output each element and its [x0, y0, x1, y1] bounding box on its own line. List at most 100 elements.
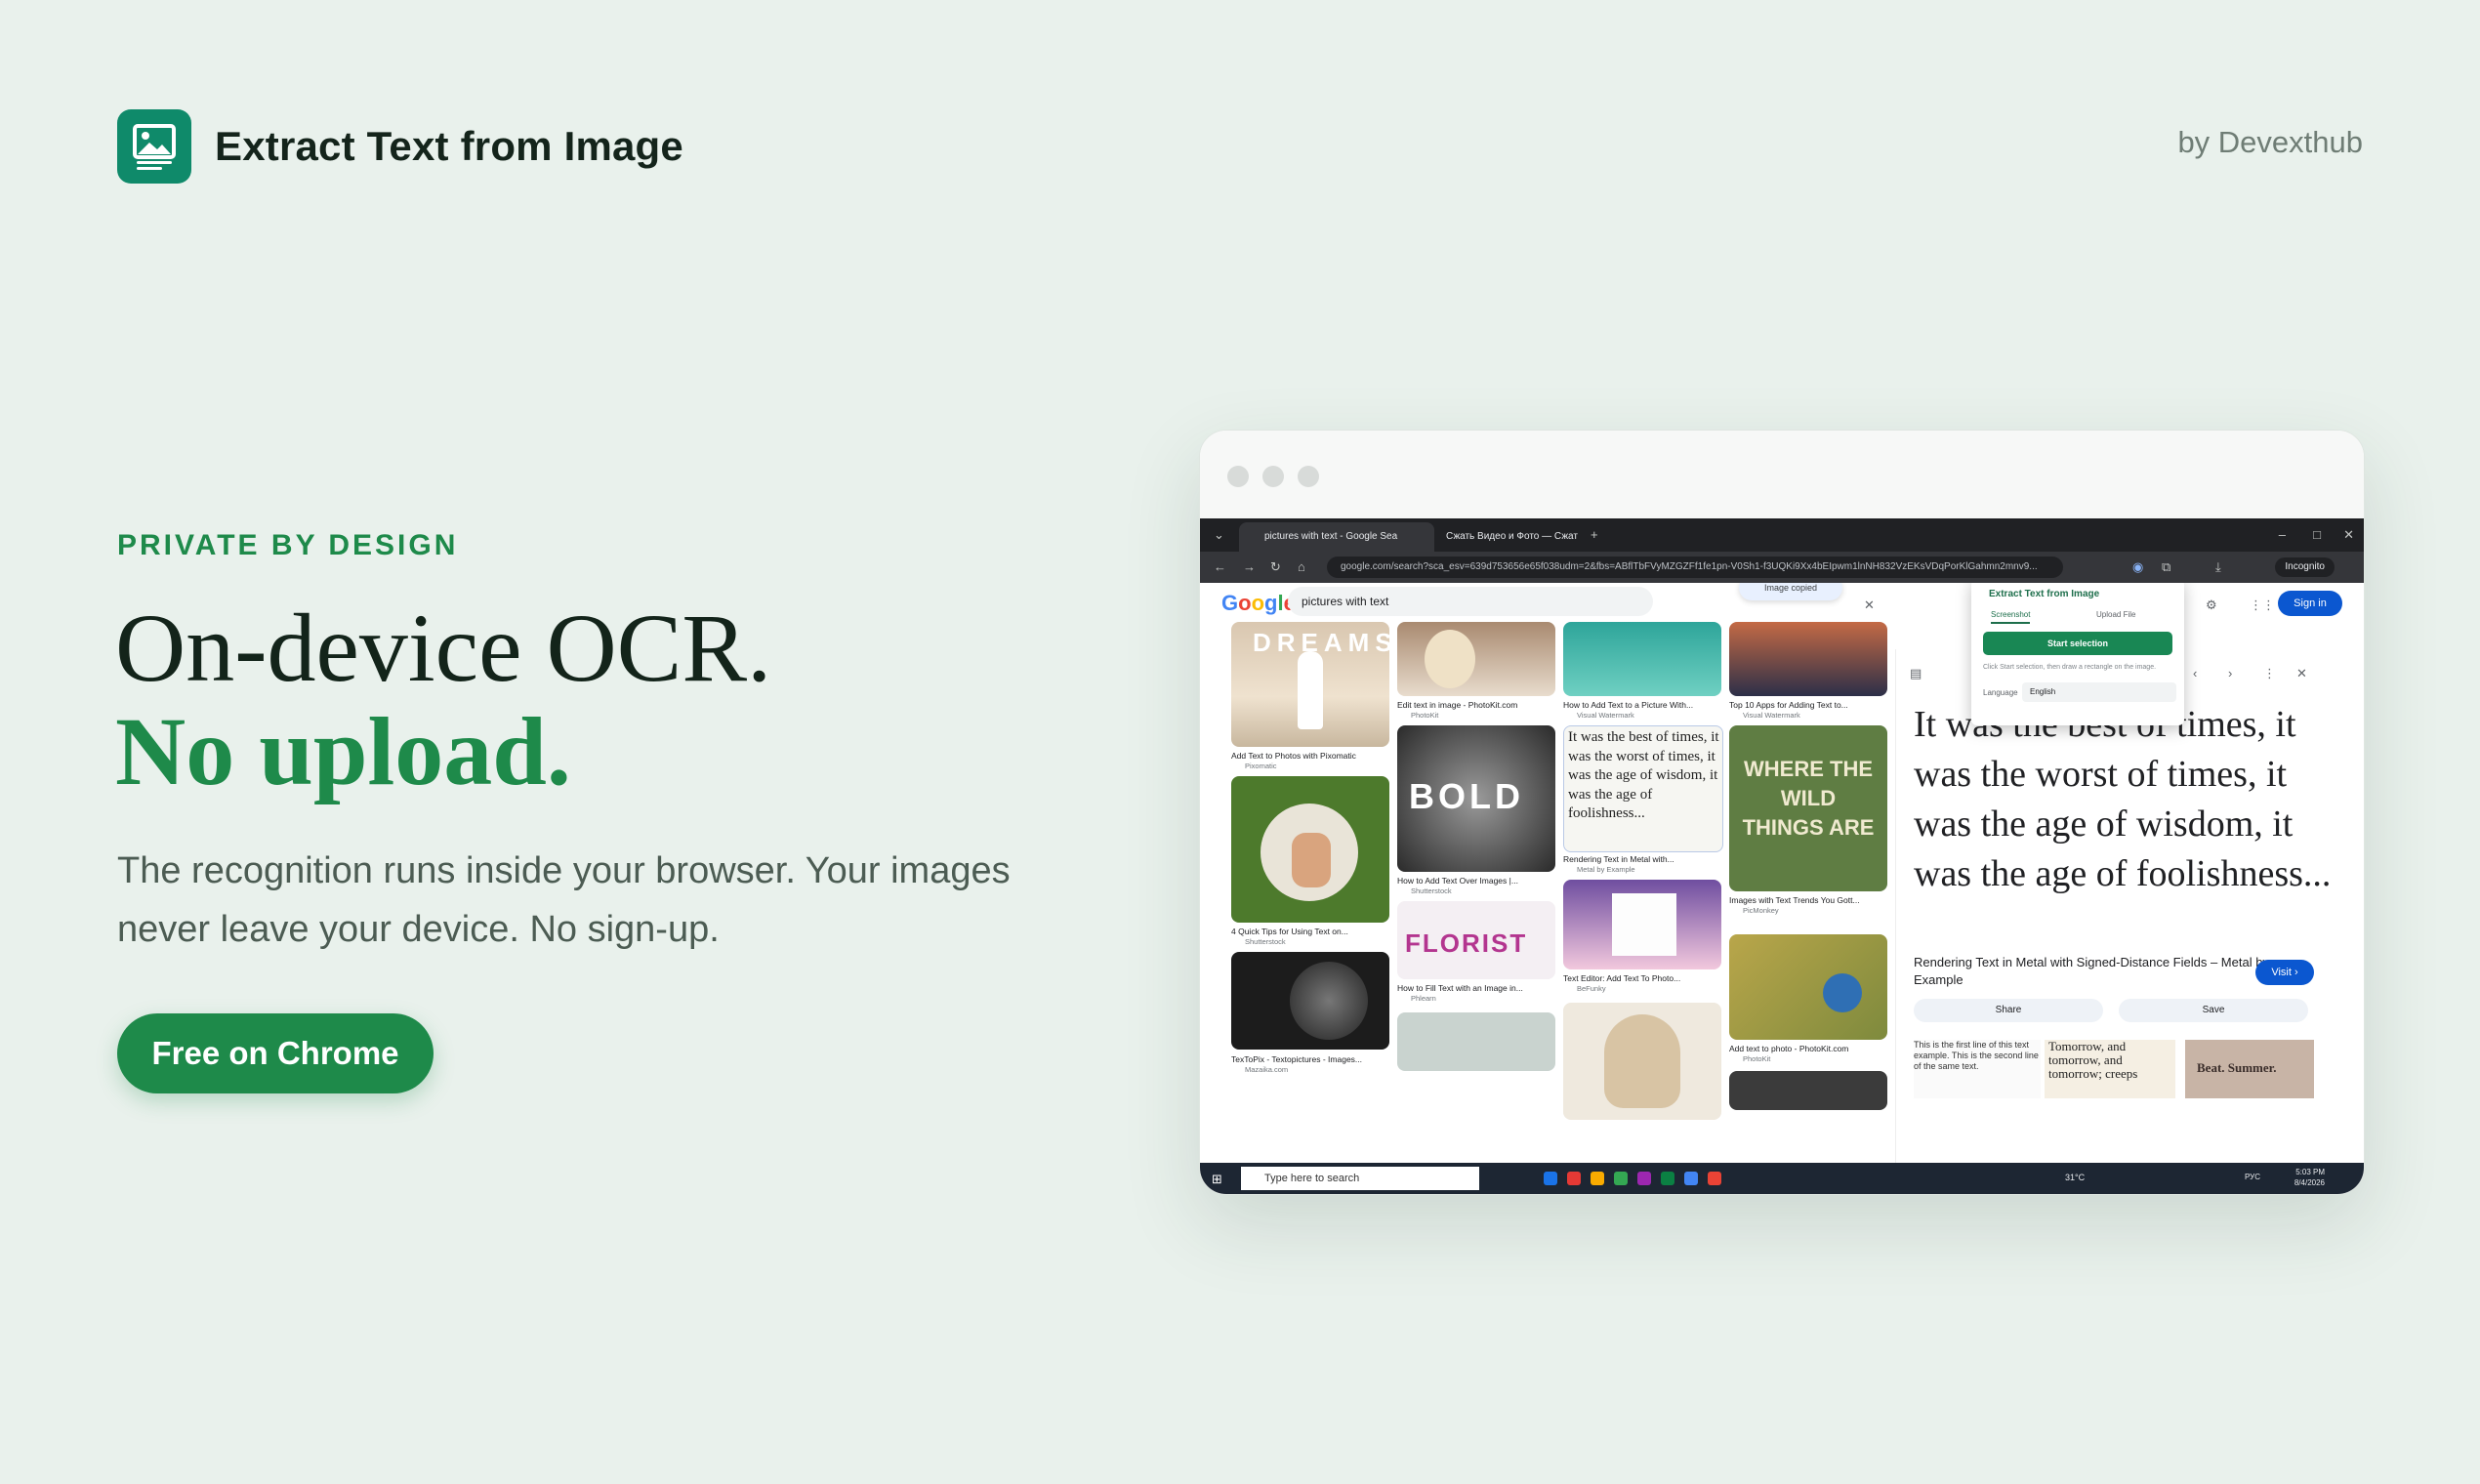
- related-thumb: Beat. Summer.: [2185, 1040, 2314, 1098]
- tile-text: It was the best of times, it was the wor…: [1568, 729, 1719, 821]
- result-source: BeFunky: [1577, 984, 1606, 993]
- extension-icon: ◉: [2132, 559, 2144, 574]
- result-caption: Rendering Text in Metal with...: [1563, 854, 1674, 864]
- incognito-badge: Incognito: [2275, 557, 2335, 577]
- google-logo: Google: [1221, 591, 1296, 615]
- result-caption: Edit text in image - PhotoKit.com: [1397, 700, 1518, 710]
- weather-readout: 31°C: [2065, 1173, 2086, 1182]
- clock-date: 8/4/2026: [2294, 1178, 2325, 1187]
- result-source: Visual Watermark: [1577, 711, 1634, 720]
- extensions-icon: ⧉: [2162, 559, 2171, 574]
- language-select: English: [2022, 682, 2176, 702]
- result-source: Pixomatic: [1245, 762, 1277, 770]
- headline-accent: No upload.: [115, 697, 571, 805]
- tab-search-icon: ⌄: [1214, 527, 1224, 542]
- taskbar-clock: 5:03 PM 8/4/2026: [2294, 1167, 2325, 1188]
- result-image: BOLD: [1397, 725, 1555, 872]
- result-caption: Images with Text Trends You Gott...: [1729, 895, 1860, 905]
- extension-popup: Extract Text from Image Screenshot Uploa…: [1971, 583, 2184, 725]
- brand[interactable]: Extract Text from Image: [117, 109, 683, 184]
- image-copied-toast: Image copied: [1739, 583, 1842, 600]
- eyebrow: PRIVATE BY DESIGN: [117, 529, 459, 561]
- result-image: [1563, 1003, 1721, 1120]
- result-image: [1729, 622, 1887, 696]
- start-selection-button: Start selection: [1983, 632, 2172, 655]
- result-image: [1231, 776, 1389, 923]
- byline[interactable]: by Devexthub: [2177, 125, 2363, 160]
- free-on-chrome-button[interactable]: Free on Chrome: [117, 1013, 434, 1093]
- result-caption: Top 10 Apps for Adding Text to...: [1729, 700, 1848, 710]
- tab-label: pictures with text - Google Sea: [1264, 531, 1398, 542]
- browser-toolbar: ← → ↻ ⌂ google.com/search?sca_esv=639d75…: [1200, 552, 2364, 583]
- minimize-icon: –: [2278, 527, 2286, 542]
- windows-taskbar: ⊞ Type here to search 31°C РУС 5:03 PM 8…: [1200, 1163, 2364, 1194]
- maximize-icon: □: [2313, 527, 2321, 542]
- headline-primary: On-device OCR.: [115, 594, 772, 702]
- lead-paragraph: The recognition runs inside your browser…: [117, 850, 1011, 950]
- google-signin-button: Sign in: [2278, 591, 2342, 616]
- next-icon: ›: [2228, 666, 2233, 680]
- browser-screenshot: ⌄ pictures with text - Google Sea Сжать …: [1200, 518, 2364, 1194]
- app-icon: [1544, 1172, 1557, 1185]
- result-caption: TexToPix - Textopictures - Images...: [1231, 1054, 1363, 1064]
- site-icon: ▤: [1910, 666, 1922, 680]
- result-caption: Add text to photo - PhotoKit.com: [1729, 1044, 1849, 1053]
- result-image: [1729, 1071, 1887, 1110]
- result-caption: Add Text to Photos with Pixomatic: [1231, 751, 1356, 761]
- result-source: PicMonkey: [1743, 906, 1779, 915]
- result-image: [1563, 880, 1721, 969]
- reload-icon: ↻: [1270, 559, 1281, 574]
- language-indicator: РУС: [2245, 1173, 2261, 1181]
- result-caption: 4 Quick Tips for Using Text on...: [1231, 927, 1348, 936]
- app-icon: [1708, 1172, 1721, 1185]
- app-icon: [1661, 1172, 1674, 1185]
- window-dot: [1227, 466, 1249, 487]
- window-titlebar: [1200, 431, 2364, 518]
- settings-icon: ⚙: [2206, 598, 2217, 612]
- result-caption: Text Editor: Add Text To Photo...: [1563, 973, 1681, 983]
- apps-icon: ⋮⋮: [2250, 598, 2275, 612]
- result-source: Metal by Example: [1577, 865, 1635, 874]
- result-image: WHERE THE WILD THINGS ARE: [1729, 725, 1887, 891]
- tab-label: Сжать Видео и Фото — Сжат: [1446, 531, 1578, 542]
- result-source: Visual Watermark: [1743, 711, 1800, 720]
- google-images-page: Google pictures with text ✕ ⚙ ⋮⋮ Sign in…: [1200, 583, 2364, 1163]
- address-bar: google.com/search?sca_esv=639d753656e65f…: [1327, 556, 2063, 578]
- app-icon: [1614, 1172, 1628, 1185]
- result-source: PhotoKit: [1743, 1054, 1771, 1063]
- result-image: It was the best of times, it was the wor…: [1563, 725, 1723, 852]
- result-caption: How to Add Text Over Images |...: [1397, 876, 1518, 886]
- browser-tab: pictures with text - Google Sea: [1239, 522, 1434, 552]
- tile-word: BOLD: [1409, 776, 1524, 816]
- google-search-box: pictures with text: [1288, 587, 1653, 616]
- forward-icon: →: [1243, 559, 1256, 574]
- clock-time: 5:03 PM: [2295, 1168, 2325, 1176]
- app-icon: [1637, 1172, 1651, 1185]
- result-image: [1231, 952, 1389, 1050]
- save-button: Save: [2119, 999, 2308, 1022]
- result-image: [1729, 934, 1887, 1040]
- result-source: Phlearn: [1411, 994, 1436, 1003]
- browser-tab: Сжать Видео и Фото — Сжат: [1421, 522, 1608, 552]
- result-image: FLORIST: [1397, 901, 1555, 979]
- popup-tab-upload: Upload File: [2096, 610, 2136, 619]
- result-source: Shutterstock: [1411, 886, 1452, 895]
- result-image: [1397, 622, 1555, 696]
- app-icon: [1567, 1172, 1581, 1185]
- brand-name: Extract Text from Image: [215, 123, 683, 169]
- result-source: Mazaika.com: [1245, 1065, 1289, 1074]
- image-preview-panel: ▤ ‹ › ⋮ ✕ It was the best of times, it w…: [1895, 649, 2364, 1163]
- share-button: Share: [1914, 999, 2103, 1022]
- popup-title: Extract Text from Image: [1989, 589, 2100, 599]
- back-icon: ←: [1214, 559, 1226, 574]
- download-icon: ⤓: [2215, 559, 2221, 574]
- close-panel-icon: ✕: [2296, 666, 2307, 680]
- result-source: PhotoKit: [1411, 711, 1439, 720]
- related-thumb: This is the first line of this text exam…: [1914, 1040, 2041, 1098]
- related-thumb: Tomorrow, and tomorrow, and tomorrow; cr…: [2045, 1040, 2175, 1098]
- result-image: DREAMS: [1231, 622, 1389, 747]
- result-image: [1563, 622, 1721, 696]
- taskbar-search: Type here to search: [1241, 1167, 1479, 1190]
- image-icon: [117, 109, 191, 184]
- app-icon: [1591, 1172, 1604, 1185]
